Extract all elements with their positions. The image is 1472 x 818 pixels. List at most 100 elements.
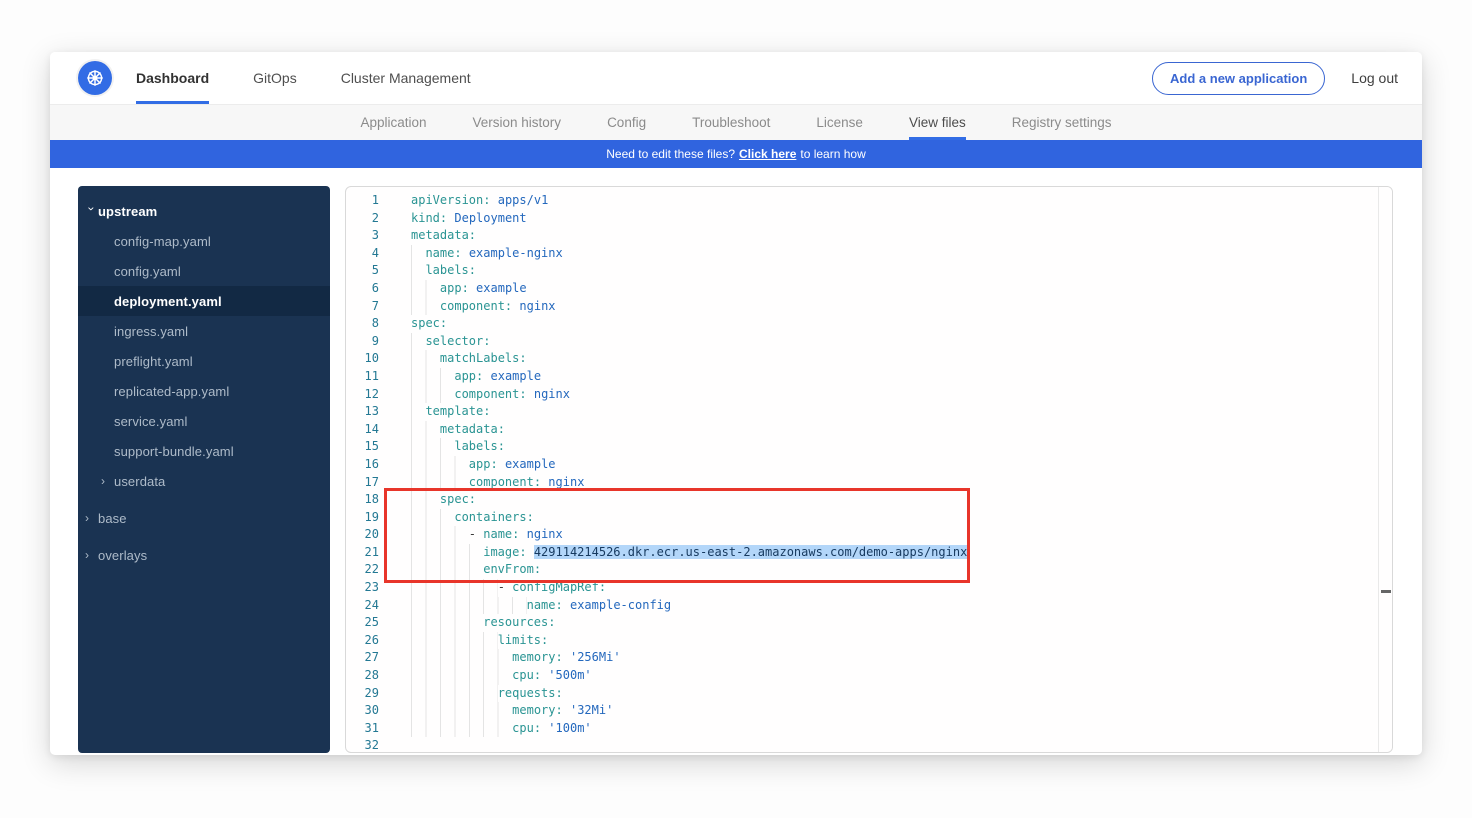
chevron-right-icon[interactable]: › [85, 512, 98, 524]
indent-guides [411, 509, 454, 527]
code-line-20[interactable]: 20- name: nginx [346, 526, 1392, 544]
code-line-17[interactable]: 17component: nginx [346, 474, 1392, 492]
subnav-tab-license[interactable]: License [816, 105, 863, 140]
file-tree-item-label: replicated-app.yaml [114, 384, 229, 399]
token: : [469, 492, 476, 506]
code-text: containers: [411, 509, 534, 527]
yaml-code-editor[interactable]: 1apiVersion: apps/v12kind: Deployment3me… [345, 186, 1393, 753]
file-tree-item-service-yaml[interactable]: service.yaml [78, 406, 330, 436]
subnav-tab-config[interactable]: Config [607, 105, 646, 140]
code-line-22[interactable]: 22envFrom: [346, 561, 1392, 579]
file-tree-item-ingress-yaml[interactable]: ingress.yaml [78, 316, 330, 346]
subnav-tab-troubleshoot[interactable]: Troubleshoot [692, 105, 770, 140]
code-line-14[interactable]: 14metadata: [346, 421, 1392, 439]
code-line-27[interactable]: 27memory: '256Mi' [346, 649, 1392, 667]
indent-guides [411, 368, 454, 386]
subnav-tabs: Application Version history Config Troubles… [50, 105, 1422, 140]
code-text: memory: '256Mi' [411, 649, 621, 667]
subnav-tab-registry-settings[interactable]: Registry settings [1012, 105, 1112, 140]
code-line-1[interactable]: 1apiVersion: apps/v1 [346, 192, 1392, 210]
indent-guides [411, 438, 454, 456]
banner-click-here-link[interactable]: Click here [739, 147, 796, 161]
code-line-8[interactable]: 8spec: [346, 315, 1392, 333]
file-tree-item-userdata[interactable]: ›userdata [78, 466, 330, 496]
code-line-29[interactable]: 29requests: [346, 685, 1392, 703]
token: : [534, 475, 541, 489]
nav-tab-cluster-management[interactable]: Cluster Management [341, 52, 471, 104]
token: example-config [570, 598, 671, 612]
chevron-right-icon[interactable]: › [101, 475, 114, 487]
file-tree-item-base[interactable]: ›base [78, 503, 330, 533]
file-tree-item-config-map-yaml[interactable]: config-map.yaml [78, 226, 330, 256]
token: app [454, 369, 476, 383]
code-line-2[interactable]: 2kind: Deployment [346, 210, 1392, 228]
code-line-25[interactable]: 25resources: [346, 614, 1392, 632]
file-tree-item-deployment-yaml[interactable]: deployment.yaml [78, 286, 330, 316]
file-tree-item-config-yaml[interactable]: config.yaml [78, 256, 330, 286]
file-tree-item-overlays[interactable]: ›overlays [78, 540, 330, 570]
code-text: component: nginx [411, 386, 570, 404]
text-cursor [967, 545, 969, 558]
banner-text-before: Need to edit these files? [606, 147, 735, 161]
chevron-right-icon[interactable]: › [85, 549, 98, 561]
code-line-26[interactable]: 26limits: [346, 632, 1392, 650]
add-application-button[interactable]: Add a new application [1152, 62, 1325, 95]
code-line-30[interactable]: 30memory: '32Mi' [346, 702, 1392, 720]
file-tree-item-label: overlays [98, 548, 147, 563]
code-line-21[interactable]: 21image: 429114214526.dkr.ecr.us-east-2.… [346, 544, 1392, 562]
file-tree-item-preflight-yaml[interactable]: preflight.yaml [78, 346, 330, 376]
code-line-3[interactable]: 3metadata: [346, 227, 1392, 245]
file-tree-item-label: preflight.yaml [114, 354, 193, 369]
selected-text: 429114214526.dkr.ecr.us-east-2.amazonaws… [534, 545, 967, 559]
line-number: 15 [346, 438, 379, 456]
code-line-6[interactable]: 6app: example [346, 280, 1392, 298]
token: '32Mi' [570, 703, 613, 717]
file-tree-item-replicated-app-yaml[interactable]: replicated-app.yaml [78, 376, 330, 406]
code-line-28[interactable]: 28cpu: '500m' [346, 667, 1392, 685]
subnav-tab-view-files[interactable]: View files [909, 105, 966, 140]
token: component [454, 387, 519, 401]
code-line-9[interactable]: 9selector: [346, 333, 1392, 351]
code-line-15[interactable]: 15labels: [346, 438, 1392, 456]
nav-tab-gitops[interactable]: GitOps [253, 52, 297, 104]
token: app [469, 457, 491, 471]
code-line-13[interactable]: 13template: [346, 403, 1392, 421]
nav-tab-dashboard[interactable]: Dashboard [136, 52, 209, 104]
code-line-19[interactable]: 19containers: [346, 509, 1392, 527]
code-text: labels: [411, 262, 476, 280]
line-number: 16 [346, 456, 379, 474]
code-line-12[interactable]: 12component: nginx [346, 386, 1392, 404]
line-number: 5 [346, 262, 379, 280]
code-line-32[interactable]: 32 [346, 737, 1392, 753]
code-text: app: example [411, 280, 527, 298]
code-line-18[interactable]: 18spec: [346, 491, 1392, 509]
subnav-tab-application[interactable]: Application [360, 105, 426, 140]
line-number: 29 [346, 685, 379, 703]
code-line-31[interactable]: 31cpu: '100m' [346, 720, 1392, 738]
token [563, 703, 570, 717]
code-text: resources: [411, 614, 556, 632]
code-line-11[interactable]: 11app: example [346, 368, 1392, 386]
indent-guides [411, 491, 440, 509]
file-tree-item-label: ingress.yaml [114, 324, 188, 339]
code-line-10[interactable]: 10matchLabels: [346, 350, 1392, 368]
code-text: image: 429114214526.dkr.ecr.us-east-2.am… [411, 544, 969, 562]
code-line-5[interactable]: 5 labels: [346, 262, 1392, 280]
code-line-23[interactable]: 23- configMapRef: [346, 579, 1392, 597]
kubernetes-logo-icon[interactable] [78, 61, 112, 95]
token: containers [454, 510, 526, 524]
file-tree-item-support-bundle-yaml[interactable]: support-bundle.yaml [78, 436, 330, 466]
top-header: Dashboard GitOps Cluster Management Add a … [50, 52, 1422, 105]
code-line-7[interactable]: 7component: nginx [346, 298, 1392, 316]
code-line-24[interactable]: 24name: example-config [346, 597, 1392, 615]
code-line-4[interactable]: 4name: example-nginx [346, 245, 1392, 263]
editor-scrollbar[interactable] [1378, 187, 1392, 752]
chevron-down-icon[interactable]: › [85, 207, 97, 220]
file-tree-item-label: deployment.yaml [114, 294, 222, 309]
file-tree-item-upstream[interactable]: ›upstream [78, 196, 330, 226]
logout-link[interactable]: Log out [1351, 70, 1398, 86]
code-line-16[interactable]: 16app: example [346, 456, 1392, 474]
subnav-tab-version-history[interactable]: Version history [473, 105, 562, 140]
indent-guides [411, 421, 440, 439]
token: : [556, 703, 563, 717]
